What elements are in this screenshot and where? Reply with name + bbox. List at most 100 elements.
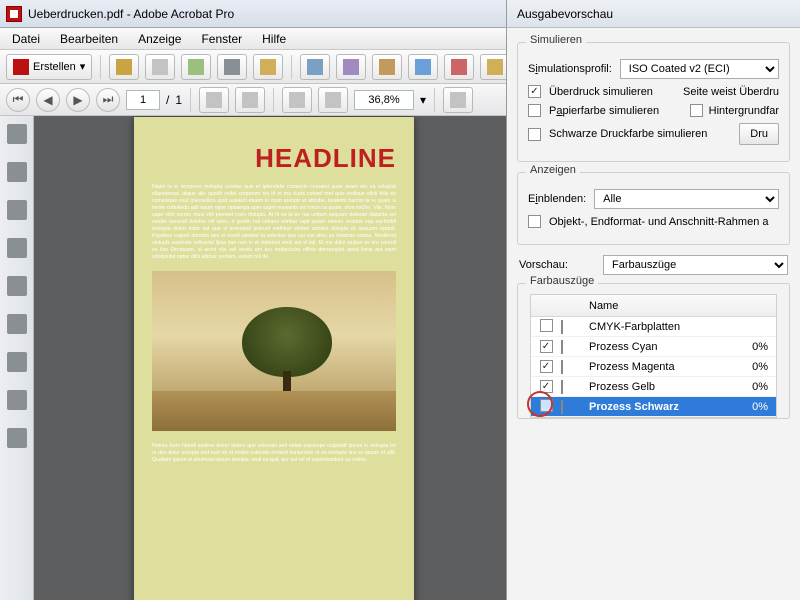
left-rail	[0, 116, 34, 600]
page-total: 1	[175, 93, 182, 107]
window-title: Ueberdrucken.pdf - Adobe Acrobat Pro	[28, 7, 234, 21]
magnifier-icon	[450, 92, 466, 108]
zoom-out-button[interactable]	[282, 87, 312, 113]
signatures-icon[interactable]	[7, 314, 27, 334]
cloud-button[interactable]	[181, 54, 211, 80]
menu-hilfe[interactable]: Hilfe	[254, 30, 294, 48]
multimedia-icon	[451, 59, 467, 75]
marquee-zoom-button[interactable]	[443, 87, 473, 113]
vorschau-row: Vorschau: Farbauszüge	[519, 255, 788, 275]
document-image	[152, 271, 396, 431]
sep-row-cmyk[interactable]: CMYK-Farbplatten	[531, 317, 776, 337]
object-frames-checkbox[interactable]	[528, 215, 541, 228]
folder-open-icon	[116, 59, 132, 75]
attachments-icon[interactable]	[7, 238, 27, 258]
prev-page-button[interactable]: ◀	[36, 88, 60, 112]
annotation-circle	[527, 391, 553, 417]
sim-profile-label: Simulationsprofil:	[528, 63, 612, 75]
col-name-header: Name	[583, 300, 740, 312]
zoom-in-button[interactable]	[318, 87, 348, 113]
menu-anzeige[interactable]: Anzeige	[130, 30, 189, 48]
blackink-checkbox[interactable]	[528, 128, 541, 141]
comment-icon	[487, 59, 503, 75]
print-icon	[224, 59, 240, 75]
select-tool-button[interactable]	[235, 87, 265, 113]
object-frames-label: Objekt-, Endformat- und Anschnitt-Rahmen…	[549, 216, 769, 228]
sim-profile-select[interactable]: ISO Coated v2 (ECI)	[620, 59, 779, 79]
print-button[interactable]	[217, 54, 247, 80]
order-icon[interactable]	[7, 428, 27, 448]
standards-icon[interactable]	[7, 352, 27, 372]
sep-cyan-checkbox[interactable]	[540, 340, 553, 353]
open-button[interactable]	[109, 54, 139, 80]
undo-icon[interactable]	[7, 200, 27, 220]
sep-row-magenta[interactable]: Prozess Magenta 0%	[531, 357, 776, 377]
menu-datei[interactable]: Datei	[4, 30, 48, 48]
acrobat-icon	[6, 6, 22, 22]
separations-header: Name	[531, 295, 776, 317]
pdf-page: HEADLINE Niaist ra in remporro molupta c…	[134, 117, 414, 600]
einblenden-label: Einblenden:	[528, 193, 586, 205]
sep-black-swatch	[561, 400, 563, 414]
sep-cmyk-swatch	[561, 320, 563, 334]
papercolor-checkbox[interactable]	[528, 104, 541, 117]
sep-row-cyan[interactable]: Prozess Cyan 0%	[531, 337, 776, 357]
sep-row-black[interactable]: Prozess Schwarz 0%	[531, 397, 776, 417]
einblenden-select[interactable]: Alle	[594, 189, 779, 209]
save-button[interactable]	[145, 54, 175, 80]
simulate-group: Simulieren Simulationsprofil: ISO Coated…	[517, 42, 790, 162]
tree-icon	[242, 307, 332, 401]
form-button[interactable]	[408, 54, 438, 80]
panel-title: Ausgabevorschau	[507, 0, 800, 28]
text-icon	[379, 59, 395, 75]
multimedia-button[interactable]	[444, 54, 474, 80]
share-button[interactable]	[300, 54, 330, 80]
dropdown-icon[interactable]: ▾	[420, 93, 426, 107]
simulate-legend: Simulieren	[526, 34, 586, 46]
create-icon	[13, 59, 29, 75]
separator	[100, 55, 101, 79]
sep-row-yellow[interactable]: Prozess Gelb 0%	[531, 377, 776, 397]
save-icon	[152, 59, 168, 75]
bgcolor-label: Hintergrundfar	[709, 105, 779, 117]
zoom-input[interactable]	[354, 90, 414, 110]
tags-icon[interactable]	[7, 390, 27, 410]
overprint-label: Überdruck simulieren	[549, 86, 653, 98]
separator	[291, 55, 292, 79]
sep-black-name: Prozess Schwarz	[583, 401, 740, 413]
scan-button[interactable]	[336, 54, 366, 80]
sep-cyan-pct: 0%	[740, 341, 776, 353]
hand-tool-button[interactable]	[199, 87, 229, 113]
output-preview-panel: Ausgabevorschau Simulieren Simulationspr…	[506, 0, 800, 600]
edit-text-button[interactable]	[372, 54, 402, 80]
papercolor-label: Papierfarbe simulieren	[549, 105, 659, 117]
vorschau-select[interactable]: Farbauszüge	[603, 255, 788, 275]
body-text-1: Niaist ra in remporro molupta cusdae qui…	[134, 184, 414, 261]
vorschau-label: Vorschau:	[519, 259, 593, 271]
sep-yellow-pct: 0%	[740, 381, 776, 393]
page-sep: /	[166, 93, 169, 107]
print-button-panel[interactable]: Dru	[739, 123, 779, 145]
mail-button[interactable]	[253, 54, 283, 80]
sep-magenta-swatch	[561, 360, 563, 374]
cloud-icon	[188, 59, 204, 75]
bgcolor-checkbox[interactable]	[690, 104, 703, 117]
layers-icon[interactable]	[7, 276, 27, 296]
page-current-input[interactable]	[126, 90, 160, 110]
overprint-checkbox[interactable]	[528, 85, 541, 98]
sep-magenta-checkbox[interactable]	[540, 360, 553, 373]
last-page-button[interactable]: ⏭	[96, 88, 120, 112]
separations-list: Name CMYK-Farbplatten Prozess Cyan 0%	[530, 294, 777, 418]
mail-icon	[260, 59, 276, 75]
sep-cmyk-checkbox[interactable]	[540, 319, 553, 332]
menu-fenster[interactable]: Fenster	[193, 30, 250, 48]
bookmarks-icon[interactable]	[7, 162, 27, 182]
thumbnails-icon[interactable]	[7, 124, 27, 144]
create-button[interactable]: Erstellen ▾	[6, 54, 92, 80]
share-icon	[307, 59, 323, 75]
separator	[190, 88, 191, 112]
separator	[273, 88, 274, 112]
next-page-button[interactable]: ▶	[66, 88, 90, 112]
first-page-button[interactable]: ⏮	[6, 88, 30, 112]
menu-bearbeiten[interactable]: Bearbeiten	[52, 30, 126, 48]
